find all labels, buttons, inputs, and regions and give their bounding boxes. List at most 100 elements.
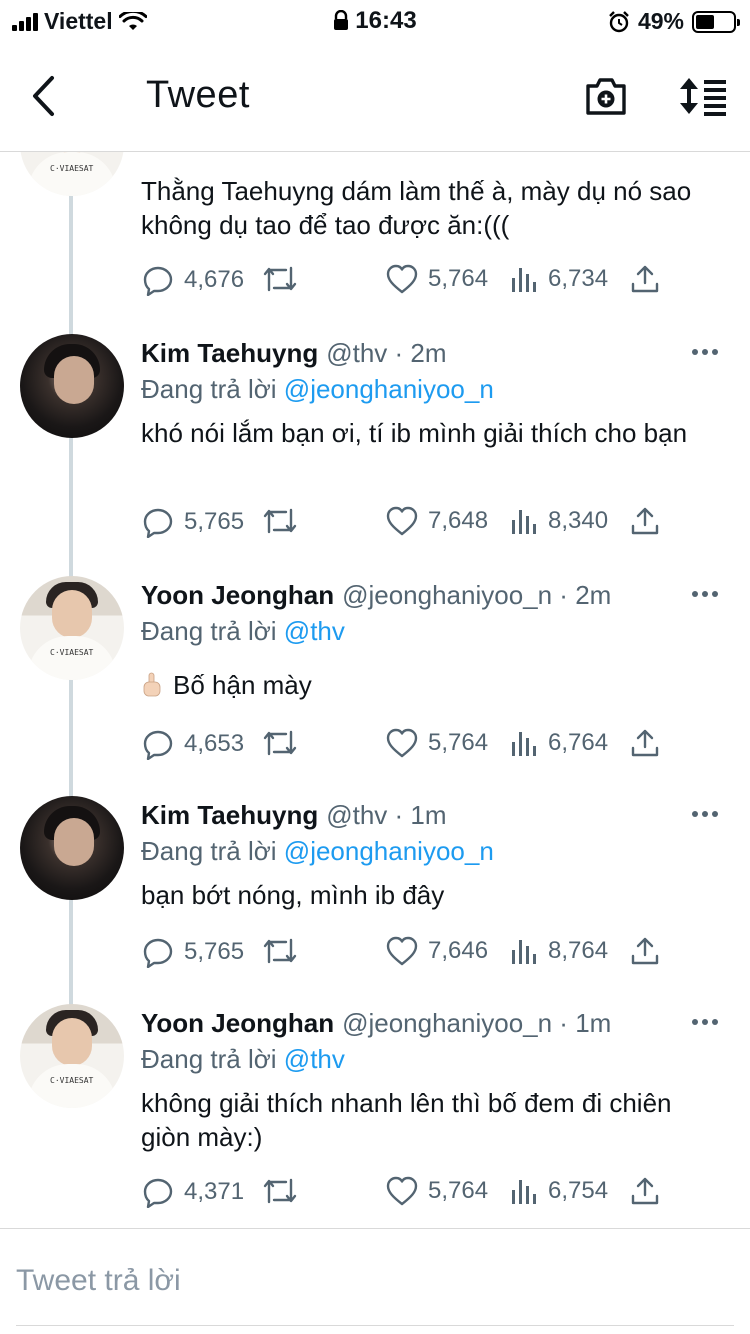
retweet-button[interactable] bbox=[262, 728, 298, 758]
reply-prefix: Đang trả lời bbox=[141, 836, 277, 866]
tweet-partial[interactable]: C·VIAESAT Thằng Taehuyng dám làm thế à, … bbox=[0, 92, 750, 322]
views-button[interactable]: 8,340 bbox=[510, 506, 608, 536]
tweet-actions: 5,765 7,646 8,764 bbox=[0, 936, 750, 976]
views-button[interactable]: 6,764 bbox=[510, 728, 608, 758]
like-count: 5,764 bbox=[428, 265, 489, 292]
share-button[interactable] bbox=[630, 264, 660, 294]
view-count: 6,754 bbox=[548, 1177, 609, 1204]
views-icon bbox=[512, 940, 536, 964]
author-name[interactable]: Yoon Jeonghan bbox=[141, 1008, 334, 1038]
heart-icon bbox=[386, 506, 418, 536]
share-icon bbox=[631, 265, 659, 293]
reply-mention[interactable]: @jeonghaniyoo_n bbox=[284, 374, 494, 404]
like-count: 7,646 bbox=[428, 937, 489, 964]
tweet[interactable]: Kim Taehuyng @thv · 2m Đang trả lời @jeon… bbox=[0, 334, 750, 564]
like-button[interactable]: 5,764 bbox=[386, 1176, 488, 1206]
tweet[interactable]: C·VIAESAT Yoon Jeonghan @jeonghaniyoo_n ·… bbox=[0, 1004, 750, 1226]
more-options-button[interactable] bbox=[692, 346, 722, 358]
author-name[interactable]: Kim Taehuyng bbox=[141, 800, 318, 830]
sort-button[interactable] bbox=[678, 76, 728, 116]
like-button[interactable]: 7,648 bbox=[386, 506, 488, 536]
more-options-button[interactable] bbox=[692, 808, 722, 820]
views-button[interactable]: 6,734 bbox=[510, 264, 608, 294]
avatar[interactable] bbox=[20, 334, 124, 438]
reply-count: 5,765 bbox=[184, 938, 245, 965]
retweet-button[interactable] bbox=[262, 506, 298, 536]
reply-count: 4,676 bbox=[184, 266, 245, 293]
retweet-button[interactable] bbox=[262, 936, 298, 966]
share-icon bbox=[631, 937, 659, 965]
retweet-button[interactable] bbox=[262, 1176, 298, 1206]
tweet[interactable]: C·VIAESAT Yoon Jeonghan @jeonghaniyoo_n ·… bbox=[0, 576, 750, 786]
reply-button[interactable]: 4,676 bbox=[142, 264, 244, 296]
like-count: 5,764 bbox=[428, 1177, 489, 1204]
more-options-button[interactable] bbox=[692, 1016, 722, 1028]
share-icon bbox=[631, 1177, 659, 1205]
tweet-actions: 4,676 5,764 6,734 bbox=[0, 264, 750, 304]
page-title: Tweet bbox=[146, 74, 250, 116]
share-icon bbox=[631, 729, 659, 757]
share-button[interactable] bbox=[630, 728, 660, 758]
author-name[interactable]: Kim Taehuyng bbox=[141, 338, 318, 368]
retweet-icon bbox=[263, 266, 297, 292]
tweet-actions: 5,765 7,648 8,340 bbox=[0, 506, 750, 546]
tweet-author-line: Yoon Jeonghan @jeonghaniyoo_n · 1m bbox=[141, 1008, 611, 1039]
reply-button[interactable]: 5,765 bbox=[142, 936, 244, 968]
avatar[interactable] bbox=[20, 796, 124, 900]
camera-plus-icon bbox=[586, 78, 626, 115]
reply-input[interactable] bbox=[16, 1259, 734, 1303]
lock-icon bbox=[334, 9, 349, 30]
avatar[interactable]: C·VIAESAT bbox=[20, 1004, 124, 1108]
reply-count: 5,765 bbox=[184, 508, 245, 535]
reply-context: Đang trả lời @thv bbox=[141, 616, 345, 647]
reply-mention[interactable]: @thv bbox=[284, 1044, 345, 1074]
tweet[interactable]: Kim Taehuyng @thv · 1m Đang trả lời @jeon… bbox=[0, 796, 750, 996]
tweet-text: bạn bớt nóng, mình ib đây bbox=[141, 880, 445, 910]
status-right: 49% bbox=[608, 8, 740, 35]
views-button[interactable]: 8,764 bbox=[510, 936, 608, 966]
reply-mention[interactable]: @jeonghaniyoo_n bbox=[284, 836, 494, 866]
share-button[interactable] bbox=[630, 936, 660, 966]
back-button[interactable] bbox=[28, 74, 62, 118]
tweet-text: không giải thích nhanh lên thì bố đem đi… bbox=[141, 1088, 672, 1152]
share-button[interactable] bbox=[630, 1176, 660, 1206]
views-icon bbox=[512, 510, 536, 534]
tweet-actions: 4,371 5,764 6,754 bbox=[0, 1176, 750, 1216]
share-button[interactable] bbox=[630, 506, 660, 536]
like-button[interactable]: 5,764 bbox=[386, 264, 488, 294]
reply-button[interactable]: 5,765 bbox=[142, 506, 244, 538]
views-icon bbox=[512, 268, 536, 292]
tweet-author-line: Yoon Jeonghan @jeonghaniyoo_n · 2m bbox=[141, 580, 611, 611]
author-meta: @jeonghaniyoo_n · 1m bbox=[342, 1008, 612, 1038]
avatar[interactable]: C·VIAESAT bbox=[20, 576, 124, 680]
tweet-author-line: Kim Taehuyng @thv · 2m bbox=[141, 338, 447, 369]
like-button[interactable]: 5,764 bbox=[386, 728, 488, 758]
reply-button[interactable]: 4,653 bbox=[142, 728, 244, 760]
middle-finger-emoji-icon bbox=[143, 672, 161, 697]
reply-mention[interactable]: @thv bbox=[284, 616, 345, 646]
heart-icon bbox=[386, 936, 418, 966]
reply-context: Đang trả lời @thv bbox=[141, 1044, 345, 1075]
reply-icon bbox=[143, 730, 173, 760]
view-count: 8,340 bbox=[548, 507, 609, 534]
like-button[interactable]: 7,646 bbox=[386, 936, 488, 966]
views-icon bbox=[512, 732, 536, 756]
reply-icon bbox=[143, 938, 173, 968]
camera-button[interactable] bbox=[584, 74, 628, 118]
alarm-icon bbox=[609, 10, 629, 32]
reply-context: Đang trả lời @jeonghaniyoo_n bbox=[141, 836, 494, 867]
retweet-button[interactable] bbox=[262, 264, 298, 294]
author-name[interactable]: Yoon Jeonghan bbox=[141, 580, 334, 610]
author-meta: @thv · 1m bbox=[326, 800, 447, 830]
reply-context: Đang trả lời @jeonghaniyoo_n bbox=[141, 374, 494, 405]
heart-icon bbox=[386, 264, 418, 294]
reply-icon bbox=[143, 508, 173, 538]
reply-divider bbox=[16, 1325, 734, 1326]
reply-count: 4,653 bbox=[184, 730, 245, 757]
retweet-icon bbox=[263, 938, 297, 964]
retweet-icon bbox=[263, 1178, 297, 1204]
reply-button[interactable]: 4,371 bbox=[142, 1176, 244, 1208]
views-button[interactable]: 6,754 bbox=[510, 1176, 608, 1206]
like-count: 7,648 bbox=[428, 507, 489, 534]
more-options-button[interactable] bbox=[692, 588, 722, 600]
